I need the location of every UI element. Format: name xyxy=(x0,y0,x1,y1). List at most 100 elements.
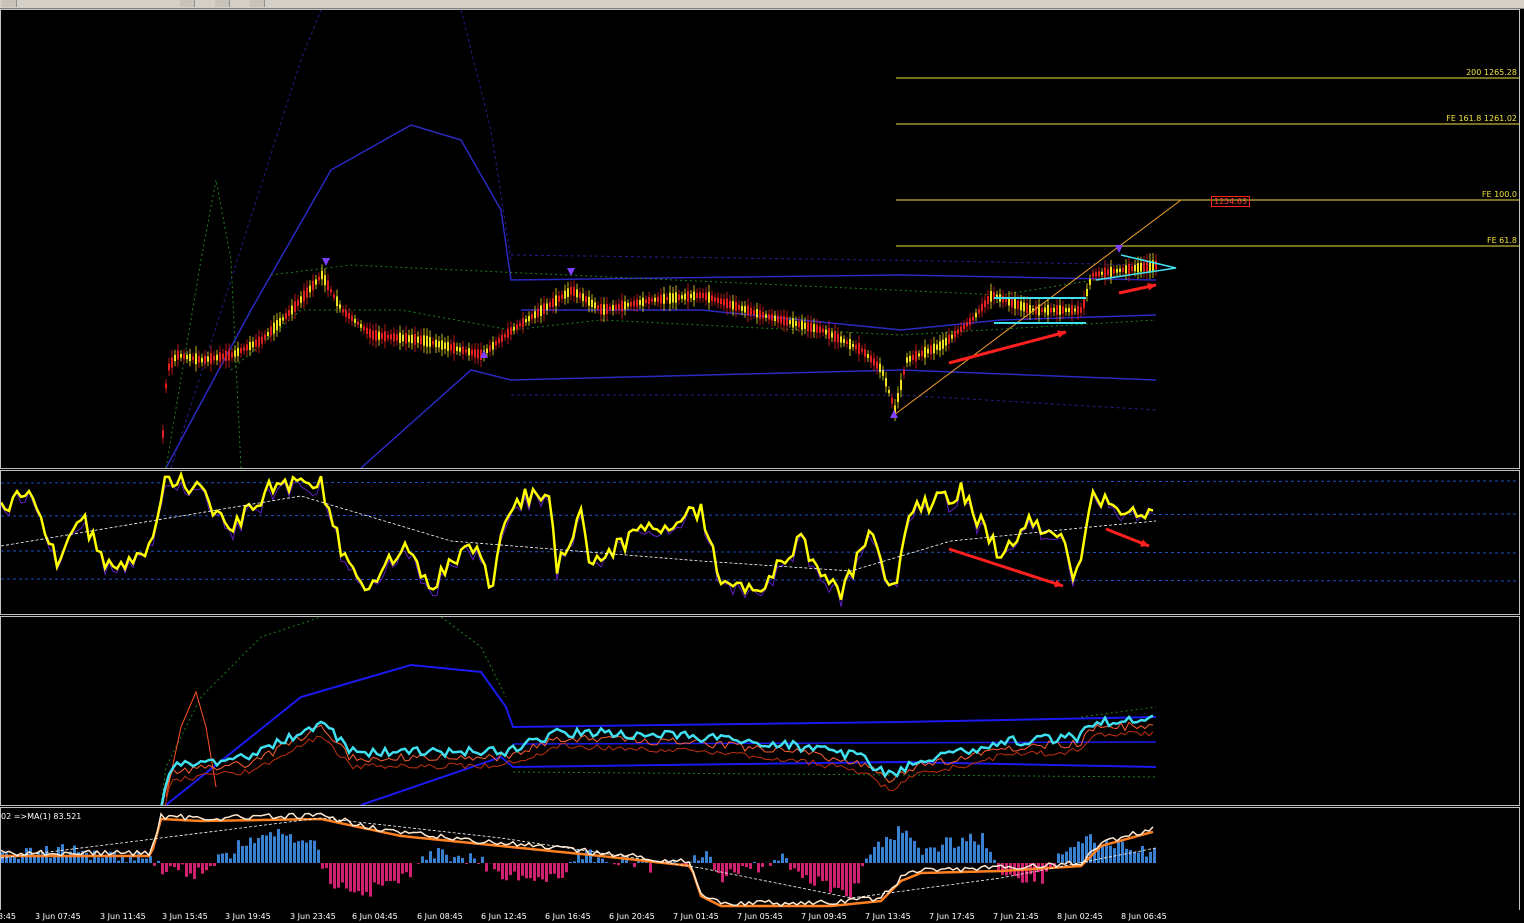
lower-band-curve xyxy=(360,369,1157,468)
buy-marker-2 xyxy=(890,410,898,418)
candle-body xyxy=(492,342,494,350)
candle-body xyxy=(912,354,914,360)
candle-body xyxy=(369,328,371,338)
macd-histogram-bar xyxy=(593,861,596,863)
trend-upper-band xyxy=(165,663,1157,805)
macd-histogram-bar xyxy=(733,863,736,873)
candle-body xyxy=(168,363,170,371)
candle-body xyxy=(297,300,299,306)
macd-histogram-bar xyxy=(269,832,272,863)
time-axis-label: 3:45 xyxy=(0,912,16,921)
macd-histogram-bar xyxy=(581,859,584,863)
macd-histogram-bar xyxy=(845,863,848,897)
candle-body xyxy=(729,300,731,308)
candle-body xyxy=(966,321,968,327)
candle-body xyxy=(1074,308,1076,312)
macd-histogram-bar xyxy=(373,863,376,883)
toolbar-btn-2[interactable] xyxy=(180,0,195,7)
candle-body xyxy=(915,350,917,362)
candle-body xyxy=(267,331,269,337)
candle-body xyxy=(186,354,188,360)
candle-body xyxy=(546,303,548,310)
macd-histogram-bar xyxy=(697,860,700,863)
candle-body xyxy=(1062,306,1064,314)
candle-body xyxy=(1143,262,1145,272)
toolbar-btn-3[interactable] xyxy=(215,0,230,7)
macd-histogram-bar xyxy=(737,863,740,874)
toolbar-btn-4[interactable] xyxy=(250,0,265,7)
macd-histogram-bar xyxy=(201,863,204,874)
candle-body xyxy=(819,326,821,333)
macd-histogram-bar xyxy=(941,844,944,863)
candle-body xyxy=(306,287,308,298)
macd-histogram-bar xyxy=(5,853,8,863)
macd-histogram-bar xyxy=(745,863,748,868)
candle-body xyxy=(1140,263,1142,272)
macd-histogram-bar xyxy=(909,837,912,863)
macd-histogram-bar xyxy=(437,847,440,863)
candle-body xyxy=(1110,266,1112,277)
candle-body xyxy=(633,300,635,307)
candle-body xyxy=(774,315,776,322)
time-axis-label: 6 Jun 08:45 xyxy=(417,912,463,921)
candle-body xyxy=(726,298,728,309)
macd-histogram-bar xyxy=(145,858,148,863)
price-chart-pane[interactable]: 200 1265.28 FE 161.8 1261.02 FE 100.0 FE… xyxy=(0,9,1520,469)
candle-body xyxy=(192,356,194,360)
macd-histogram-bar xyxy=(153,863,156,866)
macd-histogram-bar xyxy=(297,841,300,863)
macd-histogram-bar xyxy=(853,863,856,884)
lower-band-outer xyxy=(511,394,1157,411)
time-axis-label: 6 Jun 16:45 xyxy=(545,912,591,921)
candle-body xyxy=(309,285,311,293)
candle-body xyxy=(285,313,287,319)
candle-body xyxy=(858,343,860,354)
macd-histogram-bar xyxy=(65,856,68,863)
candle-body xyxy=(429,337,431,347)
candle-body xyxy=(927,348,929,354)
candle-body xyxy=(1125,265,1127,274)
macd-histogram-bar xyxy=(133,860,136,863)
macd-histogram-bar xyxy=(877,841,880,863)
candle-body xyxy=(270,326,272,336)
time-axis-label: 6 Jun 20:45 xyxy=(609,912,655,921)
candle-body xyxy=(489,345,491,352)
candle-body xyxy=(243,347,245,351)
candle-body xyxy=(390,334,392,340)
candle-body xyxy=(876,361,878,369)
candle-body xyxy=(948,334,950,344)
candle-body xyxy=(477,349,479,359)
macd-histogram-bar xyxy=(349,863,352,892)
macd-histogram-bar xyxy=(477,863,480,865)
candle-body xyxy=(600,304,602,315)
candle-body xyxy=(201,357,203,363)
candle-body xyxy=(684,293,686,300)
oscillator-pane[interactable] xyxy=(0,470,1520,615)
trend-indicator-pane[interactable] xyxy=(0,616,1520,806)
green-upper-curve xyxy=(270,264,1157,296)
macd-pane[interactable]: 02 =>MA(1) 83.521 xyxy=(0,807,1520,911)
macd-histogram-bar xyxy=(861,863,864,867)
candle-body xyxy=(744,306,746,313)
sell-marker-2 xyxy=(567,268,575,276)
macd-histogram-bar xyxy=(177,863,180,871)
candle-body xyxy=(465,349,467,353)
macd-histogram-bar xyxy=(981,833,984,863)
macd-histogram-bar xyxy=(205,863,208,871)
candle-body xyxy=(1092,272,1094,277)
candle-body xyxy=(513,326,515,331)
candle-body xyxy=(792,318,794,328)
candle-body xyxy=(903,370,905,375)
candle-body xyxy=(645,299,647,304)
macd-histogram-bar xyxy=(973,841,976,863)
macd-histogram-bar xyxy=(725,863,728,877)
toolbar-btn-1[interactable] xyxy=(2,0,17,7)
candle-body xyxy=(1059,305,1061,315)
macd-histogram-bar xyxy=(825,863,828,881)
candle-body xyxy=(234,350,236,357)
candle-body xyxy=(1044,307,1046,313)
macd-histogram-bar xyxy=(305,842,308,863)
candle-body xyxy=(441,340,443,350)
candle-body xyxy=(648,297,650,305)
macd-histogram-bar xyxy=(457,855,460,863)
